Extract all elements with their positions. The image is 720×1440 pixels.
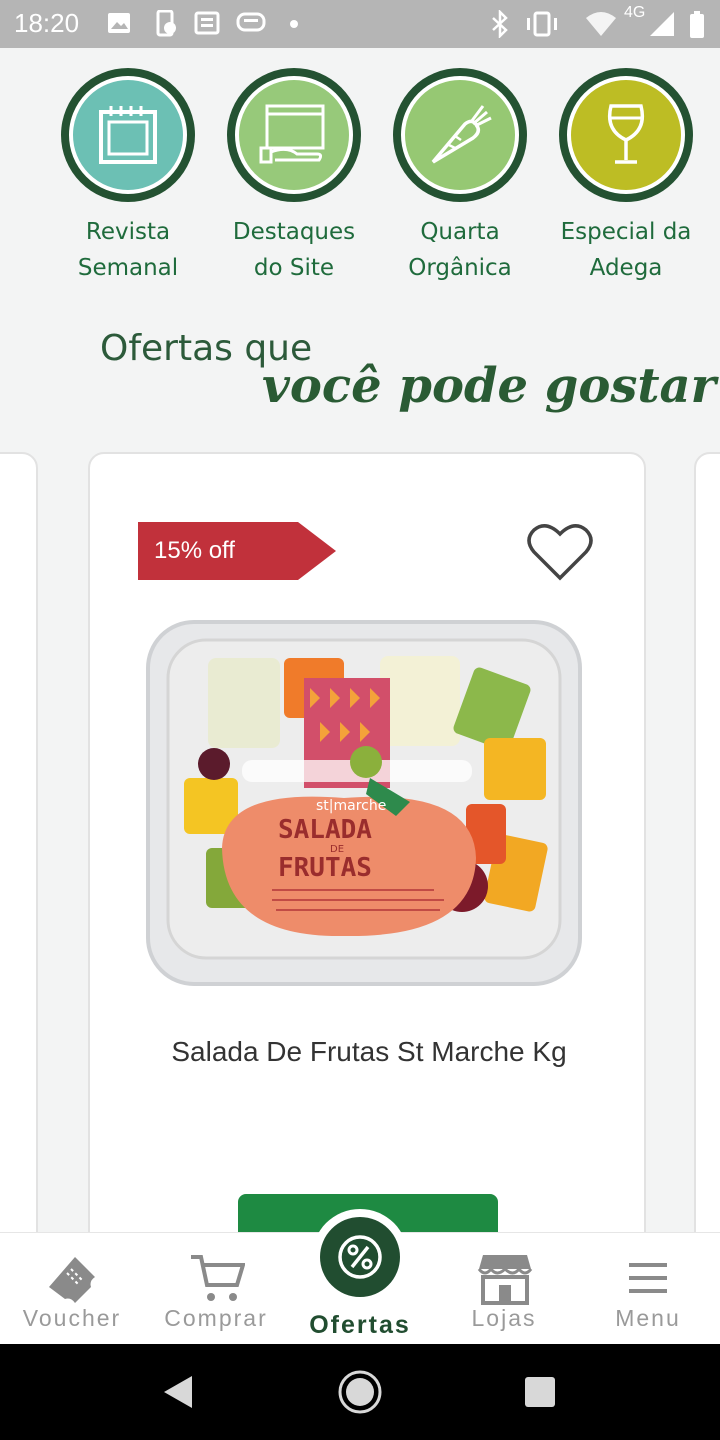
category-label: Revista	[85, 219, 171, 245]
wine-glass-icon	[607, 104, 645, 164]
category-label: Adega	[589, 255, 663, 281]
network-type: 4G	[624, 4, 646, 21]
category-quarta-organica[interactable]: Quarta Orgânica	[393, 68, 527, 286]
system-nav-bar	[0, 1344, 720, 1440]
dot-icon	[290, 20, 298, 28]
category-label: Semanal	[77, 255, 179, 281]
nav-menu[interactable]: Menu	[576, 1233, 720, 1345]
category-label: Orgânica	[408, 255, 512, 281]
nav-label: Ofertas	[309, 1311, 411, 1339]
category-label: Quarta	[420, 219, 500, 245]
status-time: 18:20	[14, 8, 80, 38]
news-icon	[194, 11, 220, 35]
ticket-icon	[49, 1257, 95, 1303]
cart-icon	[191, 1255, 245, 1301]
percent-icon	[338, 1235, 382, 1279]
prev-product-card[interactable]	[0, 452, 38, 1272]
package-title: SALADA	[278, 815, 372, 845]
ofertas-fab[interactable]	[312, 1209, 408, 1305]
nav-lojas[interactable]: Lojas	[432, 1233, 576, 1345]
back-icon[interactable]	[160, 1374, 196, 1410]
category-label: Destaques	[232, 219, 356, 245]
category-especial-da-adega[interactable]: Especial da Adega	[559, 68, 693, 286]
product-name: Salada De Frutas St Marche Kg	[171, 1036, 567, 1067]
calendar-icon	[99, 106, 157, 164]
category-label: Especial da	[560, 219, 692, 245]
package-title: FRUTAS	[278, 853, 372, 883]
phone-sync-icon	[156, 10, 176, 37]
status-bar: 18:20 4G	[0, 0, 720, 48]
nav-comprar[interactable]: Comprar	[144, 1233, 288, 1345]
package-brand: st|marche	[316, 798, 386, 814]
vibrate-icon	[527, 11, 557, 37]
bluetooth-icon	[492, 10, 508, 38]
carrot-icon	[431, 105, 492, 164]
next-product-card[interactable]	[694, 452, 720, 1272]
nav-label: Voucher	[22, 1305, 122, 1331]
home-icon[interactable]	[336, 1368, 384, 1416]
gallery-icon	[108, 13, 130, 33]
heart-outline-icon[interactable]	[526, 520, 594, 582]
store-icon	[477, 1255, 533, 1305]
product-card[interactable]: 15% off st|marche SALADA DE FRUTAS Salad…	[88, 452, 646, 1272]
nav-label: Comprar	[164, 1305, 268, 1331]
hamburger-icon	[629, 1263, 667, 1293]
nav-voucher[interactable]: Voucher	[0, 1233, 144, 1345]
recents-icon[interactable]	[522, 1374, 558, 1410]
category-revista-semanal[interactable]: Revista Semanal	[61, 68, 195, 286]
category-destaques-do-site[interactable]: Destaques do Site	[227, 68, 361, 286]
browser-hand-icon	[259, 104, 325, 164]
wifi-icon	[586, 12, 616, 36]
category-label: do Site	[253, 255, 335, 281]
bottom-nav: Voucher Comprar Ofertas Lojas Menu	[0, 1209, 720, 1345]
offers-script-title: você pode gostar	[262, 358, 716, 414]
product-image: st|marche SALADA DE FRUTAS	[146, 620, 582, 986]
discount-badge: 15% off	[138, 522, 336, 580]
nav-label: Lojas	[471, 1305, 537, 1331]
message-icon	[236, 12, 266, 32]
battery-icon	[690, 11, 704, 38]
signal-icon	[650, 12, 674, 36]
nav-label: Menu	[615, 1305, 681, 1331]
